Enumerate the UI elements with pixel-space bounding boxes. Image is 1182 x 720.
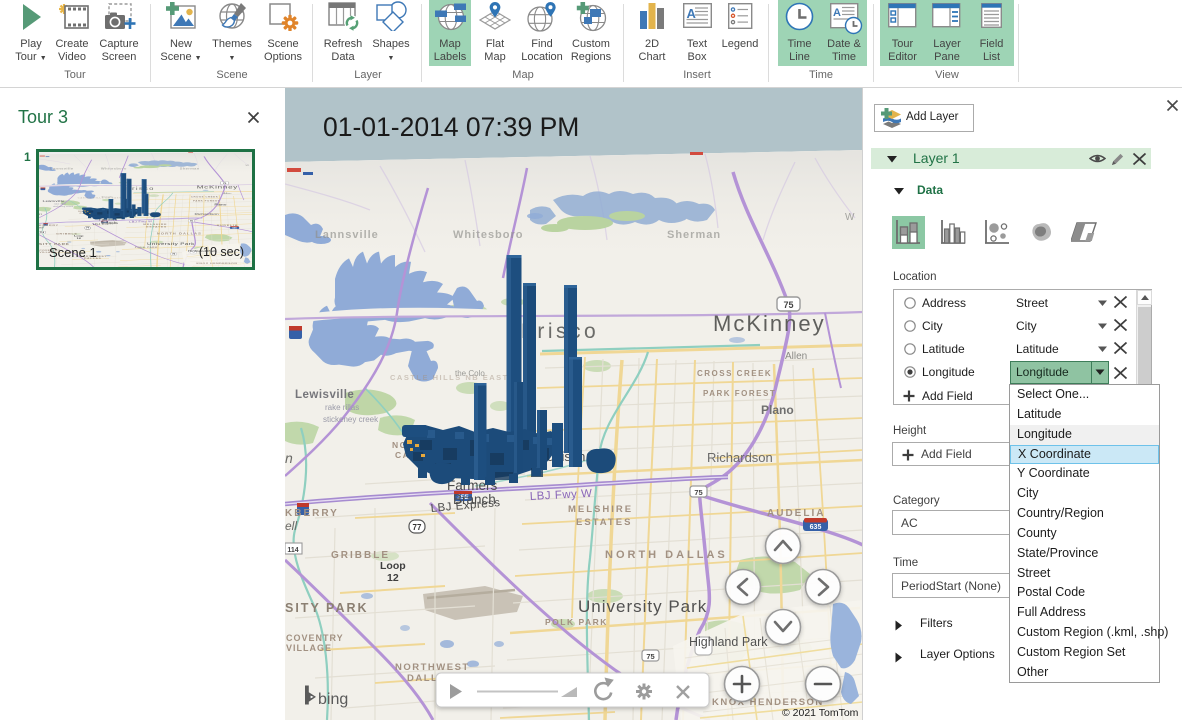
svg-text:AUDELIA: AUDELIA [767,508,825,519]
svg-text:Richardson: Richardson [707,450,773,465]
svg-text:rake rillas: rake rillas [325,403,359,412]
svg-text:COVENTRY: COVENTRY [286,633,344,643]
svg-text:Allen: Allen [785,351,807,362]
svg-text:NORTH DALLAS: NORTH DALLAS [605,549,728,561]
svg-text:75: 75 [783,300,793,310]
svg-text:McKinney: McKinney [713,311,826,336]
svg-text:SITY PARK: SITY PARK [285,601,369,615]
svg-text:CROSS CREEK: CROSS CREEK [697,369,772,378]
svg-text:Lewisville: Lewisville [295,389,354,401]
svg-text:ell: ell [285,519,297,533]
svg-text:bing: bing [318,691,348,708]
svg-text:01-01-2014 07:39 PM: 01-01-2014 07:39 PM [323,112,579,142]
svg-text:75: 75 [646,652,654,661]
svg-text:114: 114 [287,547,298,554]
svg-text:University Park: University Park [578,597,707,616]
svg-text:A: A [833,7,841,19]
svg-text:Highland Park: Highland Park [689,635,768,649]
svg-text:NORTHWEST: NORTHWEST [395,662,470,673]
svg-text:635: 635 [810,524,822,531]
svg-text:MELSHIRE: MELSHIRE [568,504,633,515]
svg-text:PARK FOREST: PARK FOREST [703,389,776,398]
svg-text:VILLAGE: VILLAGE [286,643,332,653]
svg-text:ESTATES: ESTATES [576,517,632,528]
svg-text:© 2021 TomTom: © 2021 TomTom [782,707,859,719]
svg-text:Plano: Plano [761,403,794,417]
svg-text:n: n [285,450,293,466]
svg-text:POLK PARK: POLK PARK [545,617,608,627]
svg-text:77: 77 [413,523,422,532]
svg-text:12: 12 [387,572,399,584]
svg-text:KBERRY: KBERRY [285,508,339,519]
svg-text:Whitesboro: Whitesboro [453,229,524,241]
svg-text:the Colo: the Colo [455,369,485,378]
svg-text:Lannsville: Lannsville [315,229,379,241]
svg-text:Sherman: Sherman [667,229,721,241]
svg-text:stickeney creek: stickeney creek [323,415,379,424]
svg-text:CASTLE HILLS NB EAST: CASTLE HILLS NB EAST [390,373,509,382]
svg-text:W: W [845,212,855,223]
svg-text:Loop: Loop [380,560,406,572]
svg-text:75: 75 [694,488,702,497]
